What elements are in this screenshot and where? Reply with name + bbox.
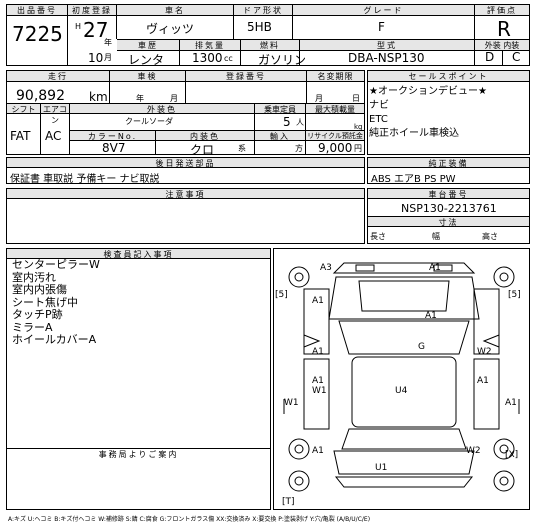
selling-point: ナビ [369,100,389,111]
capacity-unit: 人 [296,118,304,127]
mileage: 90,892 [16,88,65,104]
damage-mark: A1 [312,376,324,386]
score-label: 評価点 [475,5,529,16]
selling-point: ★オークションデビュー★ [369,86,487,97]
aftermarket-label: 後日発送部品 [7,158,364,168]
damage-mark: A1 [425,311,437,321]
selling-point: ETC [369,114,388,125]
notes-label: 注意事項 [7,189,364,199]
capacity-label: 乗車定員 [255,104,305,114]
chassis-number: NSP130-2213761 [401,202,497,215]
damage-mark: [5] [508,290,521,300]
inspector-note: ホイールカバーA [12,333,97,346]
inspection-label: 車検 [110,71,185,82]
reg-no-label: 登録番号 [186,71,306,82]
selling-point: 純正ホイール車検込 [369,128,459,139]
aircon: AC [45,129,62,143]
equipment-label: 純正装備 [368,158,529,168]
title-deadline-label: 名変期限 [307,71,364,82]
car-name: ヴィッツ [146,22,195,36]
ext-color-label: 外装色 [70,104,254,114]
damage-mark: A1 [505,398,517,408]
import-unit: 方 [295,144,303,153]
aircon-label: エアコン [41,104,69,125]
damage-mark: [T] [282,497,295,507]
fuel: ガソリン [258,53,307,67]
int-color-label: 内装色 [156,131,254,141]
selling-points-list: ★オークションデビュー★ ナビ ETC 純正ホイール車検込 [369,85,487,141]
capacity: 5 [283,115,291,129]
damage-mark: A1 [312,296,324,306]
chassis-label: 車台番号 [368,189,529,199]
model: DBA-NSP130 [348,51,425,65]
displacement-unit: cc [224,54,233,63]
shift: FAT [10,129,31,143]
damage-mark: U4 [395,386,408,396]
int-color-unit: 系 [238,144,246,153]
damage-mark: A1 [429,263,441,273]
era: H [75,22,82,31]
width-label: 幅 [432,232,440,241]
damage-mark: A1 [312,446,324,456]
ext-color: クールソーダ [125,117,173,126]
grade-label: グレード [293,5,474,16]
inspector-notes: センターピラーW 室内汚れ 室内内張傷 シート焦げ中 タッチP跡 ミラーA ホイ… [12,258,100,347]
damage-mark: W1 [312,386,327,396]
inspector-note: センターピラーW [12,258,100,271]
first-reg-label: 初度登録 [68,5,116,16]
mileage-label: 走行 [7,71,109,82]
displacement-label: 排気量 [180,40,240,51]
aftermarket: 保証書 車取説 予備キー ナビ取説 [10,174,160,185]
damage-mark: [5] [275,290,288,300]
mileage-unit: km [89,90,108,104]
grade: F [378,20,385,34]
damage-mark: W2 [466,446,481,456]
recycle-unit: 円 [354,144,362,153]
exterior-grade: D [485,50,495,64]
damage-mark: [X] [505,450,519,460]
month: 10 [88,51,104,65]
damage-mark: W2 [477,347,492,357]
damage-mark: A3 [320,263,332,273]
displacement: 1300 [192,51,223,65]
office-label: 事務局よりご案内 [7,449,270,459]
ext-int-label: 外装 内装 [475,40,529,51]
recycle: 9,000 [318,141,353,155]
max-load-label: 最大積載量 [306,104,364,114]
height-label: 高さ [482,232,498,241]
shift-label: シフト [7,104,40,114]
month-unit: 月 [104,53,112,62]
score: R [497,17,511,41]
length-label: 長さ [370,232,386,241]
damage-mark: A1 [312,347,324,357]
selling-points-label: セールスポイント [368,71,529,82]
door-label: ドア形状 [234,5,292,16]
damage-mark: W1 [284,398,299,408]
inspector-note: 室内内張傷 [12,283,67,296]
damage-mark: G [418,342,425,352]
model-label: 型式 [300,40,474,51]
lot-number: 7225 [12,22,63,46]
history-label: 車歴 [117,40,179,51]
legend: A:キズ U:ヘコミ B:キズ付ヘコミ W:補修跡 S:錆 C:腐食 G:フロン… [8,516,371,523]
damage-mark: A1 [477,376,489,386]
color-no-label: カラーNo. [70,131,155,141]
inspector-note: タッチP跡 [12,308,63,321]
interior-grade: C [512,50,521,64]
color-no: 8V7 [102,141,126,155]
equipment: ABS エアB PS PW [371,174,456,185]
damage-mark: U1 [375,463,388,473]
lot-label: 出品番号 [7,5,67,16]
int-color: クロ [190,143,215,157]
recycle-label: リサイクル預託金 [306,131,364,141]
dims-label: 寸法 [368,217,529,227]
door: 5HB [247,20,272,34]
fuel-label: 燃料 [241,40,299,51]
year-unit: 年 [104,38,112,47]
history: レンタ [128,53,165,67]
import-label: 輸入 [255,131,305,141]
car-name-label: 車名 [117,5,233,16]
